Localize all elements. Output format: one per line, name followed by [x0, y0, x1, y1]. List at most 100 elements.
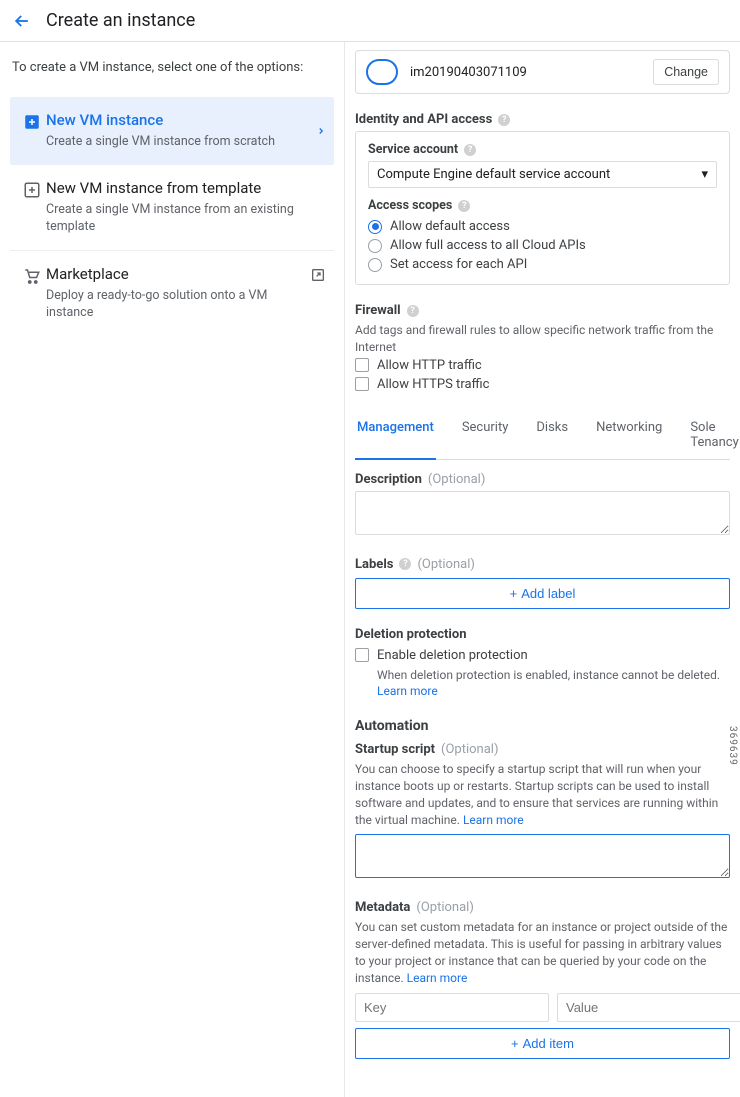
startup-hint: You can choose to specify a startup scri… — [355, 761, 730, 828]
option-title: New VM instance — [46, 111, 316, 129]
radio-label: Allow full access to all Cloud APIs — [390, 238, 586, 253]
boot-disk-box: im20190403071109 Change — [355, 50, 730, 94]
sidebar: To create a VM instance, select one of t… — [0, 42, 345, 1097]
option-desc: Create a single VM instance from an exis… — [46, 201, 326, 236]
option-new-vm[interactable]: New VM instance Create a single VM insta… — [10, 97, 334, 165]
service-account-select[interactable]: Compute Engine default service account ▾ — [368, 161, 717, 188]
option-title: Marketplace — [46, 265, 310, 283]
startup-label-text: Startup script — [355, 742, 435, 757]
checkbox-icon — [355, 358, 369, 372]
tab-management[interactable]: Management — [355, 412, 436, 460]
tab-security[interactable]: Security — [460, 412, 511, 460]
checkbox-icon — [355, 648, 369, 662]
back-arrow-icon[interactable] — [12, 11, 32, 31]
tabs: Management Security Disks Networking Sol… — [355, 412, 730, 460]
plus-square-icon — [18, 111, 46, 131]
radio-icon — [368, 220, 382, 234]
metadata-key-input[interactable] — [355, 993, 549, 1022]
deletion-hint-text: When deletion protection is enabled, ins… — [377, 668, 720, 682]
disk-icon — [366, 59, 398, 85]
deletion-heading: Deletion protection — [355, 627, 730, 642]
access-scopes-label-text: Access scopes — [368, 198, 452, 213]
labels-label-text: Labels — [355, 557, 393, 572]
labels-label: Labels ? (Optional) — [355, 557, 730, 572]
help-icon[interactable]: ? — [498, 114, 510, 126]
checkbox-http[interactable]: Allow HTTP traffic — [355, 356, 730, 375]
add-item-text: Add item — [523, 1036, 574, 1051]
option-from-template[interactable]: New VM instance from template Create a s… — [10, 165, 334, 251]
service-account-label-text: Service account — [368, 142, 458, 157]
optional-text: (Optional) — [441, 742, 498, 757]
checkbox-label: Enable deletion protection — [377, 648, 528, 663]
cart-icon — [18, 265, 46, 285]
radio-per-api[interactable]: Set access for each API — [368, 255, 717, 274]
boot-disk-name: im20190403071109 — [410, 65, 641, 80]
page-title: Create an instance — [46, 10, 195, 31]
learn-more-link[interactable]: Learn more — [407, 971, 468, 985]
chevron-right-icon — [316, 124, 326, 138]
metadata-hint: You can set custom metadata for an insta… — [355, 919, 730, 986]
identity-heading-text: Identity and API access — [355, 112, 492, 127]
add-label-button[interactable]: + Add label — [355, 578, 730, 609]
metadata-label-text: Metadata — [355, 900, 410, 915]
metadata-value-input[interactable] — [558, 994, 740, 1021]
deletion-hint: When deletion protection is enabled, ins… — [355, 667, 730, 701]
checkbox-label: Allow HTTPS traffic — [377, 377, 489, 392]
access-scopes-group: Allow default access Allow full access t… — [368, 217, 717, 274]
option-desc: Create a single VM instance from scratch — [46, 133, 316, 151]
option-title: New VM instance from template — [46, 179, 326, 197]
optional-text: (Optional) — [416, 900, 473, 915]
radio-icon — [368, 258, 382, 272]
radio-default-access[interactable]: Allow default access — [368, 217, 717, 236]
startup-label: Startup script (Optional) — [355, 742, 730, 757]
service-account-value: Compute Engine default service account — [377, 167, 610, 182]
launch-icon — [310, 265, 326, 283]
firewall-hint: Add tags and firewall rules to allow spe… — [355, 322, 730, 356]
help-icon[interactable]: ? — [399, 558, 411, 570]
firewall-heading-text: Firewall — [355, 303, 401, 318]
description-label: Description (Optional) — [355, 472, 730, 487]
template-plus-icon — [18, 179, 46, 199]
checkbox-deletion-protection[interactable]: Enable deletion protection — [355, 646, 730, 665]
plus-icon: + — [510, 586, 518, 601]
startup-script-textarea[interactable] — [355, 834, 730, 878]
help-icon[interactable]: ? — [407, 305, 419, 317]
automation-heading: Automation — [355, 718, 730, 734]
caret-down-icon: ▾ — [701, 167, 708, 182]
optional-text: (Optional) — [428, 472, 485, 487]
access-scopes-label: Access scopes ? — [368, 198, 717, 213]
firewall-heading: Firewall ? — [355, 303, 730, 318]
checkbox-icon — [355, 377, 369, 391]
help-icon[interactable]: ? — [464, 144, 476, 156]
metadata-label: Metadata (Optional) — [355, 900, 730, 915]
metadata-value-wrapper: ▴ ▾ — [557, 993, 740, 1022]
help-icon[interactable]: ? — [458, 200, 470, 212]
description-textarea[interactable] — [355, 491, 730, 535]
identity-heading: Identity and API access ? — [355, 112, 730, 127]
radio-icon — [368, 239, 382, 253]
radio-label: Allow default access — [390, 219, 510, 234]
sidebar-intro: To create a VM instance, select one of t… — [10, 60, 334, 75]
tab-sole-tenancy[interactable]: Sole Tenancy — [688, 412, 740, 460]
learn-more-link[interactable]: Learn more — [463, 813, 524, 827]
checkbox-label: Allow HTTP traffic — [377, 358, 482, 373]
add-item-button[interactable]: + Add item — [355, 1028, 730, 1059]
change-button[interactable]: Change — [653, 59, 719, 85]
checkbox-https[interactable]: Allow HTTPS traffic — [355, 375, 730, 394]
tab-networking[interactable]: Networking — [594, 412, 664, 460]
option-marketplace[interactable]: Marketplace Deploy a ready-to-go solutio… — [10, 251, 334, 336]
radio-label: Set access for each API — [390, 257, 527, 272]
service-account-label: Service account ? — [368, 142, 717, 157]
image-number: 369639 — [727, 726, 738, 766]
plus-icon: + — [511, 1036, 519, 1051]
identity-panel: Service account ? Compute Engine default… — [355, 131, 730, 285]
optional-text: (Optional) — [417, 557, 474, 572]
form-pane: im20190403071109 Change Identity and API… — [345, 42, 740, 1097]
description-label-text: Description — [355, 472, 422, 487]
metadata-row: ▴ ▾ ✕ — [355, 993, 730, 1022]
option-desc: Deploy a ready-to-go solution onto a VM … — [46, 287, 310, 322]
radio-full-access[interactable]: Allow full access to all Cloud APIs — [368, 236, 717, 255]
tab-disks[interactable]: Disks — [534, 412, 570, 460]
add-label-text: Add label — [521, 586, 575, 601]
learn-more-link[interactable]: Learn more — [377, 684, 438, 698]
